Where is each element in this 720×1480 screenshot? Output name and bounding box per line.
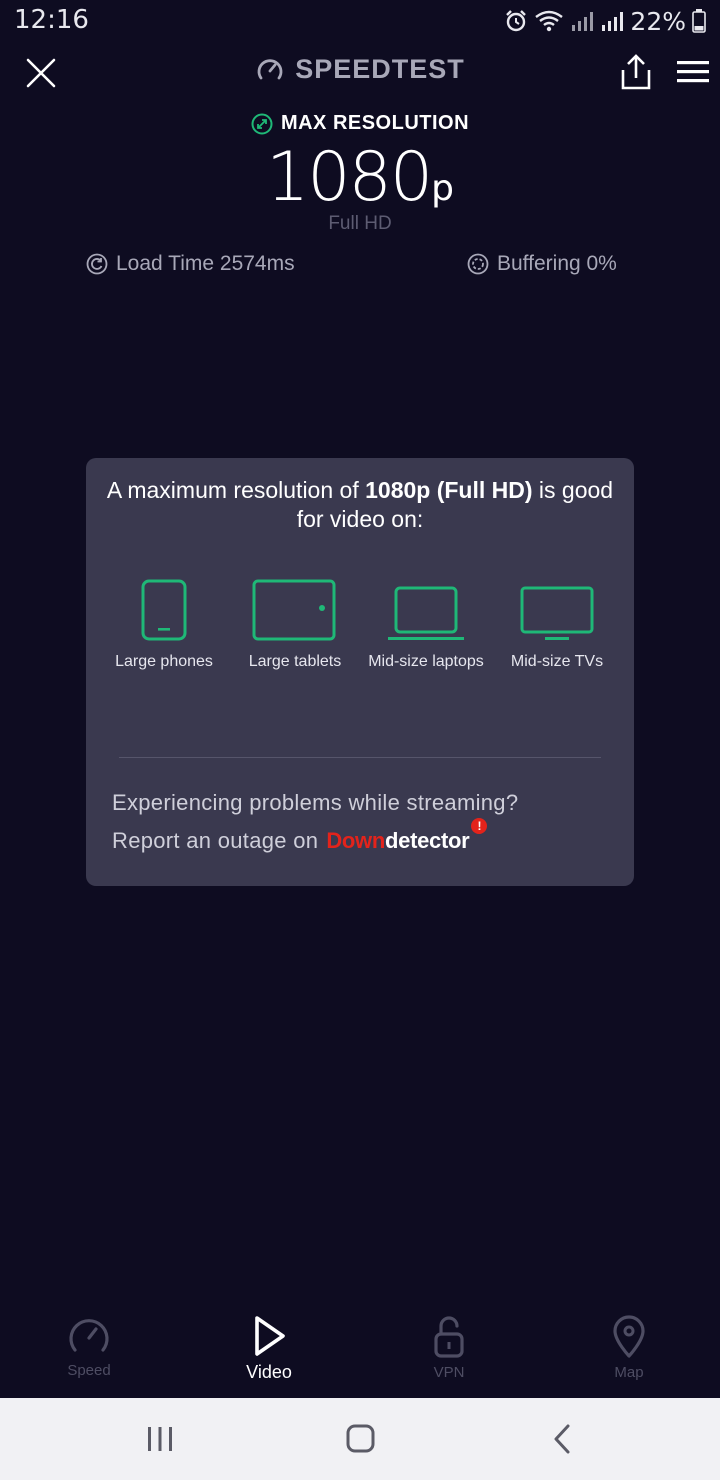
- nav-speed[interactable]: Speed: [29, 1314, 149, 1379]
- device-large-phones: Large phones: [99, 578, 229, 672]
- wifi-icon: [535, 10, 564, 32]
- card-heading: A maximum resolution of 1080p (Full HD) …: [106, 476, 614, 534]
- resolution-number: 1080: [266, 138, 433, 217]
- status-bar: 12:16 22%: [0, 0, 720, 44]
- streaming-problem-text: Experiencing problems while streaming?: [112, 790, 519, 815]
- home-icon: [346, 1424, 375, 1453]
- share-button[interactable]: [618, 52, 654, 92]
- alarm-icon: [506, 10, 527, 32]
- device-mid-size-tvs: Mid-size TVs: [492, 578, 622, 672]
- share-icon: [621, 54, 651, 90]
- report-outage-text: Report an outage on: [112, 828, 319, 853]
- tv-icon: [520, 586, 594, 640]
- phone-icon: [141, 579, 187, 641]
- expand-arrows-icon: [251, 113, 273, 134]
- downdetector-logo-down: Down: [326, 828, 385, 853]
- status-time: 12:16: [14, 5, 89, 35]
- resolution-value: 1080p: [0, 138, 720, 217]
- device-label: Mid-size TVs: [510, 653, 604, 670]
- buffering-text: Buffering 0%: [497, 252, 617, 275]
- top-bar: SPEEDTEST: [0, 44, 720, 100]
- nav-vpn-label: VPN: [433, 1364, 465, 1381]
- resolution-quality: Full HD: [328, 213, 392, 234]
- bottom-navigation: Speed Video VPN Map: [0, 1300, 720, 1398]
- signal-icon: [572, 12, 594, 31]
- battery-icon: [692, 9, 706, 33]
- load-time-metric: Load Time 2574ms: [86, 252, 295, 276]
- reload-icon: [86, 253, 108, 275]
- device-mid-size-laptops: Mid-size laptops: [361, 578, 491, 672]
- hamburger-menu-icon: [677, 61, 709, 83]
- play-icon: [255, 1316, 285, 1356]
- resolution-unit: p: [431, 168, 454, 209]
- app-title: SPEEDTEST: [0, 54, 720, 85]
- back-icon: [554, 1424, 570, 1454]
- back-button[interactable]: [542, 1422, 582, 1456]
- nav-video[interactable]: Video: [209, 1314, 329, 1383]
- menu-button[interactable]: [674, 56, 712, 88]
- map-pin-icon: [613, 1315, 645, 1358]
- system-navigation-bar: [0, 1398, 720, 1480]
- app-title-text: SPEEDTEST: [295, 54, 465, 84]
- speedometer-logo-icon: [257, 58, 283, 79]
- signal-icon-2: [602, 12, 624, 31]
- nav-map-label: Map: [614, 1364, 644, 1381]
- nav-vpn[interactable]: VPN: [389, 1314, 509, 1381]
- nav-speed-label: Speed: [67, 1362, 111, 1379]
- battery-percent: 22%: [630, 6, 686, 36]
- load-time-text: Load Time 2574ms: [116, 252, 295, 275]
- nav-video-label: Video: [246, 1362, 292, 1382]
- card-heading-bold: 1080p (Full HD): [365, 477, 533, 503]
- downdetector-badge-icon: !: [471, 818, 488, 834]
- device-suitability-card: A maximum resolution of 1080p (Full HD) …: [86, 458, 634, 886]
- recent-apps-button[interactable]: [140, 1422, 180, 1456]
- card-heading-pre: A maximum resolution of: [106, 477, 366, 503]
- device-label: Large tablets: [248, 653, 342, 670]
- tablet-icon: [252, 579, 336, 641]
- buffering-metric: Buffering 0%: [467, 252, 617, 276]
- buffering-icon: [467, 253, 489, 275]
- laptop-icon: [388, 586, 464, 640]
- nav-map[interactable]: Map: [569, 1314, 689, 1381]
- device-label: Mid-size laptops: [368, 653, 484, 670]
- speedometer-icon: [69, 1319, 109, 1352]
- home-button[interactable]: [340, 1422, 380, 1456]
- status-icons: 22%: [504, 6, 706, 36]
- max-resolution-label: MAX RESOLUTION: [280, 112, 470, 134]
- recent-apps-icon: [148, 1427, 172, 1451]
- report-outage-row: Report an outage on Downdetector!: [112, 818, 488, 854]
- device-large-tablets: Large tablets: [230, 578, 360, 672]
- downdetector-logo-detector: detector: [385, 828, 470, 853]
- downdetector-link[interactable]: Downdetector!: [326, 818, 488, 854]
- lock-icon: [434, 1316, 464, 1358]
- device-label: Large phones: [115, 653, 213, 670]
- max-resolution-header: MAX RESOLUTION: [0, 112, 720, 135]
- card-divider: [119, 757, 601, 758]
